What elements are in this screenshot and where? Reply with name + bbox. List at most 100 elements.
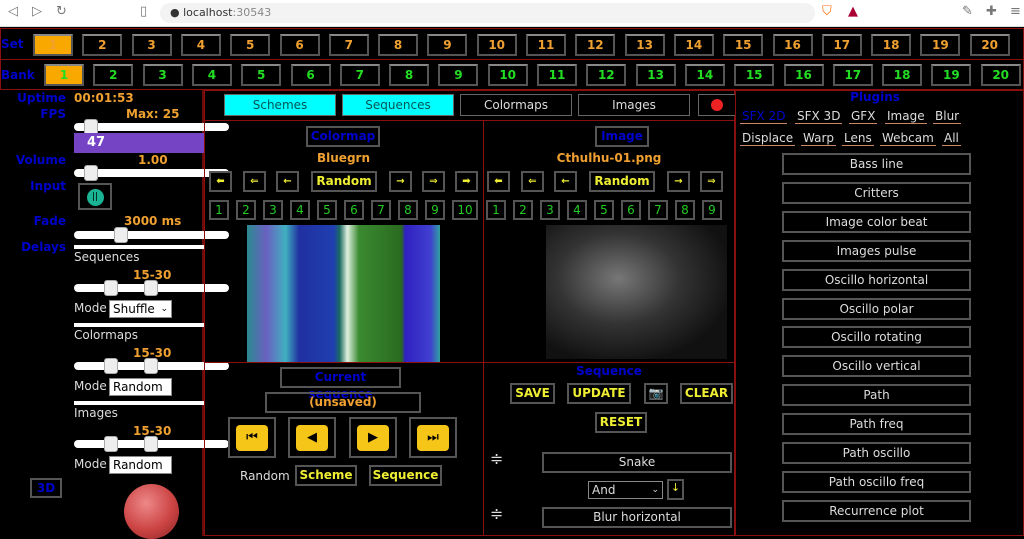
last-sequence-button[interactable]: ⏭: [409, 417, 457, 458]
images-mode-select[interactable]: Random ⌄: [109, 456, 172, 486]
sequence-plugin-item[interactable]: Snake: [542, 452, 732, 473]
plugin-item[interactable]: Path oscillo freq: [782, 470, 971, 493]
plugin-item[interactable]: Recurrence plot: [782, 499, 971, 522]
image-next2-button[interactable]: ⇒: [700, 171, 723, 192]
set-button-5[interactable]: 5: [230, 34, 271, 56]
sequences-mode-select[interactable]: Shuffle ⌄: [109, 300, 172, 318]
bank-button-6[interactable]: 6: [290, 64, 331, 86]
bank-button-17[interactable]: 17: [832, 64, 873, 86]
input-pause-button[interactable]: ||: [78, 183, 112, 210]
bank-button-9[interactable]: 9: [438, 64, 479, 86]
address-bar[interactable]: ● localhost:30543: [160, 3, 815, 23]
image-number-3[interactable]: 3: [540, 200, 560, 220]
colormap-number-9[interactable]: 9: [425, 200, 445, 220]
set-button-18[interactable]: 18: [871, 34, 912, 56]
colormap-number-8[interactable]: 8: [398, 200, 418, 220]
image-number-1[interactable]: 1: [486, 200, 506, 220]
colormap-number-10[interactable]: 10: [452, 200, 478, 220]
set-button-10[interactable]: 10: [476, 34, 517, 56]
image-prev2-button[interactable]: ⇐: [521, 171, 544, 192]
image-number-9[interactable]: 9: [702, 200, 722, 220]
plugin-tab-blur[interactable]: Blur: [933, 109, 962, 124]
tab-schemes[interactable]: Schemes: [224, 94, 336, 116]
rewards-icon[interactable]: ▲: [848, 4, 858, 19]
colormap-number-2[interactable]: 2: [236, 200, 256, 220]
plugin-item[interactable]: Critters: [782, 181, 971, 204]
colormap-prev-button[interactable]: ←: [276, 171, 299, 192]
set-button-2[interactable]: 2: [82, 34, 123, 56]
set-button-20[interactable]: 20: [969, 34, 1010, 56]
tab-images[interactable]: Images: [578, 94, 690, 116]
clear-button[interactable]: CLEAR: [680, 383, 733, 404]
plugin-tab-sfx-2d[interactable]: SFX 2D: [740, 109, 788, 124]
image-next-button[interactable]: →: [667, 171, 690, 192]
set-button-14[interactable]: 14: [673, 34, 714, 56]
tab-sequences[interactable]: Sequences: [342, 94, 454, 116]
record-button[interactable]: [698, 94, 736, 116]
previous-sequence-button[interactable]: ◀: [288, 417, 336, 458]
bank-button-12[interactable]: 12: [586, 64, 627, 86]
plugin-tab-lens[interactable]: Lens: [842, 131, 874, 146]
plugin-tab-sfx-3d[interactable]: SFX 3D: [795, 109, 843, 124]
plugin-item[interactable]: Path oscillo: [782, 442, 971, 464]
set-button-16[interactable]: 16: [772, 34, 813, 56]
puzzle-icon[interactable]: ✚: [986, 4, 997, 19]
reload-icon[interactable]: ↻: [56, 4, 67, 19]
back-icon[interactable]: ◁: [8, 4, 18, 19]
bank-button-8[interactable]: 8: [389, 64, 430, 86]
set-button-19[interactable]: 19: [920, 34, 961, 56]
colormap-random-button[interactable]: Random: [311, 171, 377, 192]
current-sequence-title[interactable]: Current sequence: [280, 367, 401, 401]
sequence-plugin-item[interactable]: Blur horizontal: [542, 507, 732, 528]
plugin-item[interactable]: Path freq: [782, 413, 971, 436]
set-button-11[interactable]: 11: [526, 34, 566, 56]
colormap-prev2-button[interactable]: ⇐: [243, 171, 266, 192]
image-prev-button[interactable]: ←: [554, 171, 577, 192]
bank-button-15[interactable]: 15: [734, 64, 775, 86]
colormap-number-5[interactable]: 5: [317, 200, 337, 220]
tab-colormaps[interactable]: Colormaps: [460, 94, 572, 116]
bank-button-3[interactable]: 3: [142, 64, 183, 86]
plugin-item[interactable]: Oscillo horizontal: [782, 268, 971, 291]
drag-handle-icon[interactable]: ≑: [490, 504, 503, 523]
random-scheme-button[interactable]: Scheme: [295, 465, 357, 486]
plugin-tab-warp[interactable]: Warp: [801, 131, 837, 146]
bank-button-13[interactable]: 13: [635, 64, 676, 86]
image-number-8[interactable]: 8: [675, 200, 695, 220]
bank-button-4[interactable]: 4: [191, 64, 232, 86]
brave-shield-icon[interactable]: ⛉: [822, 4, 832, 19]
plugin-item[interactable]: Oscillo polar: [782, 297, 971, 320]
bookmark-icon[interactable]: ▯: [140, 4, 147, 19]
extension-icon[interactable]: ✎: [962, 4, 973, 19]
image-number-4[interactable]: 4: [567, 200, 587, 220]
set-button-17[interactable]: 17: [821, 34, 862, 56]
plugin-item[interactable]: Bass line: [782, 153, 971, 175]
bank-button-7[interactable]: 7: [339, 64, 380, 86]
forward-icon[interactable]: ▷: [32, 4, 42, 19]
move-down-button[interactable]: ↓: [667, 479, 684, 500]
drag-handle-icon[interactable]: ≑: [490, 449, 503, 468]
image-number-6[interactable]: 6: [621, 200, 641, 220]
bank-button-14[interactable]: 14: [684, 64, 725, 86]
set-button-3[interactable]: 3: [131, 34, 172, 56]
plugin-item[interactable]: Image color beat: [782, 210, 971, 233]
save-button[interactable]: SAVE: [510, 383, 555, 404]
bank-button-18[interactable]: 18: [882, 64, 923, 86]
plugin-tab-webcam[interactable]: Webcam: [880, 131, 936, 146]
image-random-button[interactable]: Random: [589, 171, 655, 192]
colormap-next-button[interactable]: →: [389, 171, 412, 192]
bank-button-19[interactable]: 19: [931, 64, 972, 86]
plugin-item[interactable]: Oscillo rotating: [782, 326, 971, 349]
plugin-item[interactable]: Path: [782, 384, 971, 407]
colormap-number-3[interactable]: 3: [263, 200, 283, 220]
bank-button-16[interactable]: 16: [783, 64, 824, 86]
set-button-1[interactable]: 1: [33, 34, 73, 56]
colormap-number-1[interactable]: 1: [209, 200, 229, 220]
first-sequence-button[interactable]: ⏮: [228, 417, 276, 458]
menu-icon[interactable]: ≡: [1010, 4, 1021, 19]
bank-button-2[interactable]: 2: [93, 64, 134, 86]
colormap-next2-button[interactable]: ⇒: [422, 171, 445, 192]
screenshot-button[interactable]: 📷: [644, 383, 668, 404]
image-number-2[interactable]: 2: [513, 200, 533, 220]
bank-button-11[interactable]: 11: [537, 64, 577, 86]
